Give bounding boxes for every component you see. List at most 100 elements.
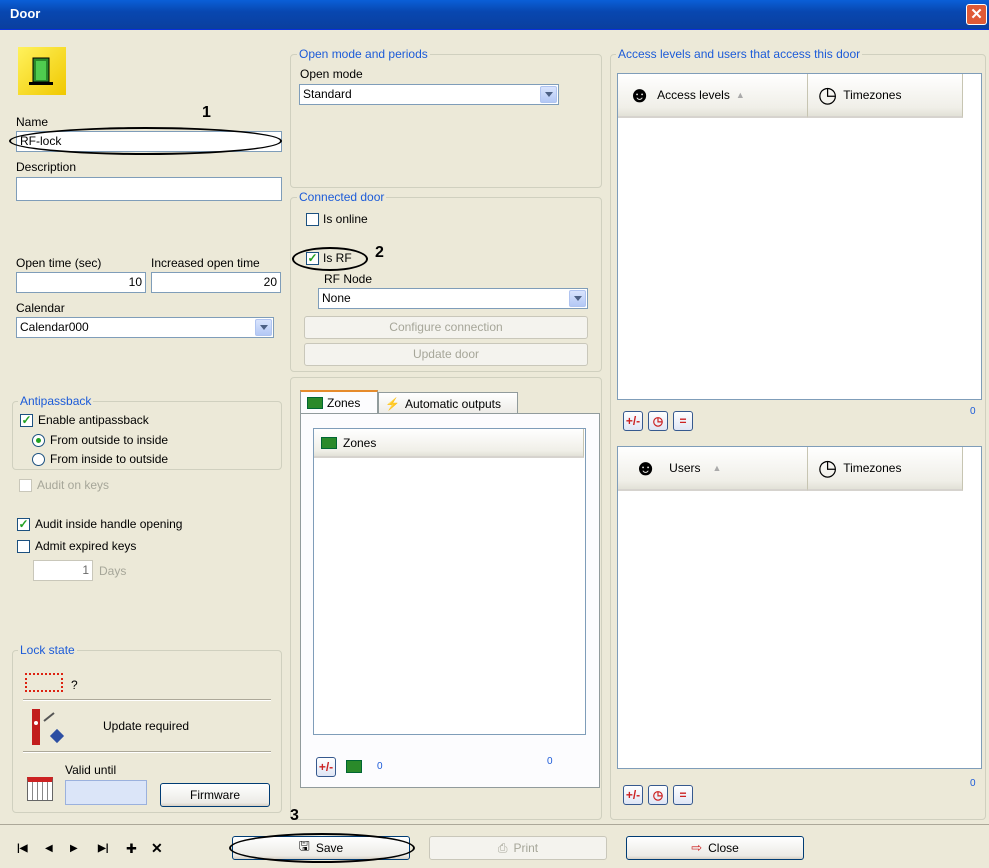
annotation-number-3: 3: [290, 807, 299, 824]
chevron-down-icon[interactable]: [569, 290, 586, 307]
calendar-label: Calendar: [16, 301, 65, 315]
nav-next-button[interactable]: ▶: [70, 843, 78, 854]
chevron-down-icon[interactable]: [540, 86, 557, 103]
tab-automatic-outputs[interactable]: ⚡ Automatic outputs: [378, 392, 518, 414]
print-label: Print: [513, 841, 539, 855]
add-remove-access-levels-button[interactable]: +/-: [623, 411, 643, 431]
checkbox-disabled-icon: [19, 478, 32, 492]
radio-inside-outside[interactable]: From inside to outside: [32, 452, 168, 466]
admit-expired-keys-checkbox[interactable]: Admit expired keys: [17, 539, 136, 553]
configure-connection-button[interactable]: Configure connection: [304, 316, 588, 339]
checkbox-unchecked-icon: [306, 212, 319, 226]
users-count: 0: [970, 778, 976, 789]
users-column-header[interactable]: ☻ Users ▲: [618, 447, 808, 491]
nav-last-button[interactable]: ▶|: [98, 843, 109, 854]
connected-door-group-label: Connected door: [297, 190, 387, 204]
users-timezones-column-header[interactable]: ◷ Timezones: [808, 447, 963, 491]
access-levels-count: 0: [970, 406, 976, 417]
timezone-access-levels-button[interactable]: ◷: [648, 411, 668, 431]
lock-state-divider-1: [23, 699, 271, 701]
zones-icon: [307, 397, 323, 409]
zones-count-right: 0: [547, 756, 553, 767]
zones-small-icon: [346, 760, 362, 773]
calendar-select[interactable]: Calendar000: [16, 317, 274, 338]
users-list[interactable]: ☻ Users ▲ ◷ Timezones: [617, 446, 982, 769]
add-remove-users-button[interactable]: +/-: [623, 785, 643, 805]
open-mode-label: Open mode: [300, 67, 363, 81]
audit-inside-handle-label: Audit inside handle opening: [35, 517, 183, 531]
access-levels-column-header[interactable]: ☻ Access levels ▲: [618, 74, 808, 118]
clock-icon: ◷: [818, 455, 838, 480]
close-window-button[interactable]: ✕: [966, 4, 987, 25]
clear-access-levels-button[interactable]: =: [673, 411, 693, 431]
access-group-label: Access levels and users that access this…: [616, 47, 863, 61]
radio-unselected-icon: [32, 452, 45, 466]
users-header-label: Users: [669, 461, 701, 475]
group-users-icon: ☻: [628, 82, 652, 107]
increased-open-time-input[interactable]: 20: [151, 272, 281, 293]
tab-automatic-outputs-label: Automatic outputs: [404, 396, 502, 411]
access-levels-list[interactable]: ☻ Access levels ▲ ◷ Timezones: [617, 73, 982, 400]
nav-prev-button[interactable]: ◀: [45, 843, 53, 854]
sort-ascending-icon: ▲: [712, 463, 722, 473]
enable-antipassback-checkbox[interactable]: Enable antipassback: [20, 413, 149, 427]
chevron-down-icon[interactable]: [255, 319, 272, 336]
zones-list[interactable]: Zones: [313, 428, 586, 735]
is-online-label: Is online: [323, 212, 368, 226]
tab-zones[interactable]: Zones: [300, 390, 378, 414]
is-online-checkbox[interactable]: Is online: [306, 212, 368, 226]
clear-users-button[interactable]: =: [673, 785, 693, 805]
description-input[interactable]: [16, 177, 282, 201]
days-input[interactable]: 1: [33, 560, 93, 581]
close-label: Close: [708, 841, 739, 855]
rf-node-select[interactable]: None: [318, 288, 588, 309]
lock-state-group-label: Lock state: [18, 643, 77, 657]
exit-icon: ⇨: [691, 840, 703, 855]
annotation-ellipse-2: [292, 247, 368, 271]
update-door-button[interactable]: Update door: [304, 343, 588, 366]
timezone-users-button[interactable]: ◷: [648, 785, 668, 805]
zones-count-small: 0: [377, 761, 383, 772]
zones-header-label: Zones: [343, 435, 377, 450]
nav-add-button[interactable]: ✚: [126, 841, 137, 857]
valid-until-input[interactable]: [65, 780, 147, 805]
open-time-input[interactable]: 10: [16, 272, 146, 293]
increased-open-time-label: Increased open time: [151, 256, 260, 270]
firmware-button[interactable]: Firmware: [160, 783, 270, 807]
calendar-grid-icon: [27, 777, 53, 801]
annotation-number-1: 1: [202, 104, 211, 121]
rf-node-value: None: [322, 291, 351, 305]
zones-icon: [321, 436, 337, 449]
calendar-value: Calendar000: [20, 320, 89, 334]
annotation-number-2: 2: [375, 244, 384, 261]
antipassback-group-label: Antipassback: [18, 394, 94, 408]
close-button[interactable]: ⇨ Close: [626, 836, 804, 860]
add-remove-zones-button[interactable]: +/-: [316, 757, 336, 777]
print-button[interactable]: ⎙ Print: [429, 836, 607, 860]
nav-delete-button[interactable]: ✕: [151, 840, 163, 857]
zones-column-header[interactable]: Zones: [314, 429, 584, 458]
update-required-text: Update required: [103, 719, 190, 733]
timezones-header-label: Timezones: [843, 88, 902, 102]
nav-first-button[interactable]: |◀: [17, 843, 28, 854]
access-levels-header-label: Access levels: [657, 88, 730, 102]
door-icon: [18, 47, 66, 95]
timezones-column-header[interactable]: ◷ Timezones: [808, 74, 963, 118]
open-mode-select[interactable]: Standard: [299, 84, 559, 105]
window-title: Door: [10, 6, 41, 21]
checkbox-checked-icon: [17, 517, 30, 531]
lock-unknown-icon: [25, 673, 63, 692]
audit-inside-handle-checkbox[interactable]: Audit inside handle opening: [17, 517, 182, 531]
user-icon: ☻: [634, 455, 658, 480]
users-timezones-header-label: Timezones: [843, 461, 902, 475]
audit-on-keys-checkbox[interactable]: Audit on keys: [19, 478, 109, 492]
inside-outside-label: From inside to outside: [50, 452, 169, 466]
annotation-ellipse-1: [9, 127, 282, 155]
days-label: Days: [99, 564, 127, 578]
enable-antipassback-label: Enable antipassback: [38, 413, 149, 427]
door-key-icon: [28, 707, 68, 747]
clock-icon: ◷: [818, 82, 838, 107]
radio-outside-inside[interactable]: From outside to inside: [32, 433, 168, 447]
audit-on-keys-label: Audit on keys: [37, 478, 110, 492]
open-mode-group-label: Open mode and periods: [297, 47, 430, 61]
